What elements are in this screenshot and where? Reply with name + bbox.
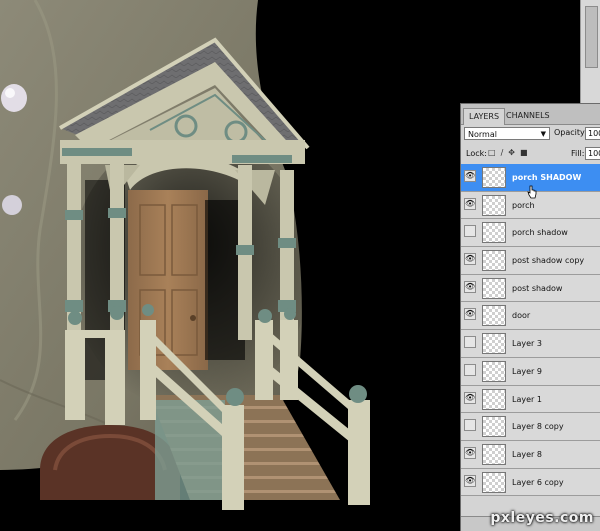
layer-name[interactable]: porch shadow — [512, 228, 568, 237]
blend-mode-select[interactable]: Normal ▼ — [464, 127, 550, 140]
layer-name[interactable]: porch SHADOW — [512, 173, 581, 182]
watermark-text: pxleyes.com — [490, 510, 594, 526]
lock-transparency-icon[interactable]: □ — [488, 148, 501, 157]
layers-panel: LAYERS CHANNELS Normal ▼ Opacity: 100 Lo… — [460, 103, 600, 531]
eye-icon[interactable] — [464, 336, 476, 349]
lock-label: Lock: — [466, 149, 487, 158]
eye-icon[interactable]: 👁 — [464, 170, 476, 182]
layer-list: 👁 porch SHADOW 👁 porch porch shadow 👁 post sha… — [461, 164, 600, 497]
layer-name[interactable]: Layer 1 — [512, 395, 542, 404]
scrollbar-thumb[interactable] — [585, 6, 598, 68]
chevron-down-icon: ▼ — [540, 130, 546, 138]
layer-row[interactable]: Layer 3 — [461, 330, 600, 358]
eye-icon[interactable]: 👁 — [464, 253, 476, 266]
eye-icon[interactable] — [464, 363, 476, 376]
layer-name[interactable]: post shadow copy — [512, 256, 584, 265]
eye-icon[interactable] — [464, 419, 476, 432]
fill-label: Fill: — [571, 149, 585, 158]
layer-name[interactable]: Layer 9 — [512, 367, 542, 376]
layer-thumbnail[interactable] — [482, 333, 506, 355]
layer-thumbnail[interactable] — [482, 443, 506, 465]
eye-icon[interactable] — [464, 225, 476, 238]
layer-thumbnail[interactable] — [482, 305, 506, 327]
eye-icon[interactable]: 👁 — [464, 280, 476, 293]
blend-mode-value: Normal — [468, 130, 497, 139]
layer-name[interactable]: Layer 6 copy — [512, 478, 564, 487]
layer-name[interactable]: Layer 8 — [512, 450, 542, 459]
layer-name[interactable]: porch — [512, 201, 535, 210]
layer-thumbnail[interactable] — [482, 277, 506, 299]
tab-channels[interactable]: CHANNELS — [501, 108, 555, 124]
layer-name[interactable]: post shadow — [512, 284, 562, 293]
lock-all-icon[interactable]: ■ — [520, 148, 533, 157]
panel-tab-bar: LAYERS CHANNELS — [461, 104, 600, 125]
opacity-label: Opacity: — [554, 128, 587, 137]
opacity-input[interactable]: 100 — [585, 127, 600, 140]
layer-row[interactable]: Layer 8 copy — [461, 413, 600, 441]
layer-name[interactable]: Layer 8 copy — [512, 422, 564, 431]
vertical-scrollbar[interactable] — [580, 0, 600, 103]
layer-thumbnail[interactable] — [482, 360, 506, 382]
eye-icon[interactable]: 👁 — [464, 446, 476, 459]
eye-icon[interactable]: 👁 — [464, 474, 476, 487]
move-lock-icon[interactable]: ✥ — [508, 148, 520, 157]
eye-icon[interactable]: 👁 — [464, 308, 476, 321]
layer-name[interactable]: Layer 3 — [512, 339, 542, 348]
fill-input[interactable]: 100 — [585, 147, 600, 160]
blend-row: Normal ▼ Opacity: 100 — [461, 124, 600, 144]
layer-thumbnail[interactable] — [482, 416, 506, 438]
layer-thumbnail[interactable] — [482, 471, 506, 493]
eye-icon[interactable]: 👁 — [464, 197, 476, 210]
layer-thumbnail[interactable] — [482, 250, 506, 272]
layer-row[interactable]: 👁 Layer 8 — [461, 440, 600, 469]
layer-thumbnail[interactable] — [482, 388, 506, 410]
layer-row[interactable]: 👁 Layer 6 copy — [461, 468, 600, 497]
layer-thumbnail[interactable] — [482, 167, 506, 188]
layer-name[interactable]: door — [512, 311, 530, 320]
layer-row[interactable]: 👁 door — [461, 302, 600, 331]
layer-row[interactable]: Layer 9 — [461, 357, 600, 386]
layer-row[interactable]: 👁 post shadow copy — [461, 247, 600, 275]
layer-row[interactable]: porch shadow — [461, 219, 600, 248]
hand-cursor-icon — [527, 185, 537, 199]
pearl-ornament — [1, 84, 27, 112]
eye-icon[interactable]: 👁 — [464, 391, 476, 404]
layer-row[interactable]: 👁 post shadow — [461, 274, 600, 303]
tab-layers[interactable]: LAYERS — [463, 108, 506, 125]
layer-thumbnail[interactable] — [482, 194, 506, 216]
layer-row[interactable]: 👁 Layer 1 — [461, 385, 600, 414]
layer-thumbnail[interactable] — [482, 222, 506, 244]
lock-row: Lock: □∕✥■ Fill: 100 — [461, 144, 600, 164]
